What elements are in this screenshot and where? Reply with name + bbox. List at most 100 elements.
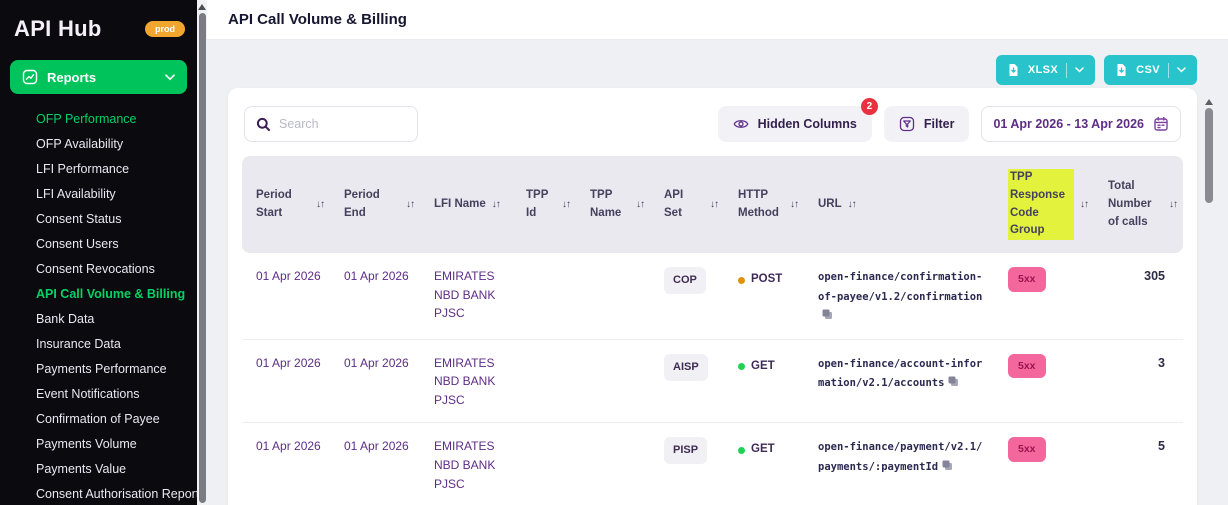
sidebar-item-insurance-data[interactable]: Insurance Data [36,331,197,356]
sidebar-item-consent-authorisation-report[interactable]: Consent Authorisation Report [36,481,199,505]
scroll-up-arrow-icon[interactable] [1205,99,1213,105]
sort-icon[interactable]: ↓↑ [710,197,719,213]
sidebar-item-ofp-availability[interactable]: OFP Availability [36,131,197,156]
sidebar-item-consent-revocations[interactable]: Consent Revocations [36,256,197,281]
export-xlsx-button[interactable]: XLSX [995,55,1096,85]
sort-icon[interactable]: ↓↑ [1080,197,1089,213]
sidebar-nav: OFP Performance OFP Availability LFI Per… [0,98,199,505]
sort-icon[interactable]: ↓↑ [848,197,857,213]
eye-icon [733,118,749,130]
sidebar-item-lfi-availability[interactable]: LFI Availability [36,181,197,206]
sidebar-item-event-notifications[interactable]: Event Notifications [36,381,197,406]
search-box [244,106,418,142]
sort-icon[interactable]: ↓↑ [492,197,501,213]
copy-icon[interactable] [941,460,953,474]
sort-icon[interactable]: ↓↑ [790,197,799,213]
date-range-value: 01 Apr 2026 - 13 Apr 2026 [993,117,1144,131]
divider [1168,62,1169,78]
search-input[interactable] [279,117,406,131]
divider [1066,62,1068,78]
sidebar-item-bank-data[interactable]: Bank Data [36,306,197,331]
column-header-period-end[interactable]: Period End ↓↑ [330,165,420,244]
column-label: URL [818,197,842,210]
method-label: GET [751,359,775,372]
date-range-picker[interactable]: 01 Apr 2026 - 13 Apr 2026 [981,106,1181,142]
sort-icon[interactable]: ↓↑ [406,197,415,213]
content-area: XLSX CSV Search Hidden Columns 2 Filter … [207,40,1228,505]
filter-funnel-icon [899,116,915,132]
table-row[interactable]: 01 Apr 2026 01 Apr 2026 EMIRATES NBD BAN… [242,340,1183,424]
api-set-badge: COP [664,267,706,295]
cell-tpp-response-code-group: 5xx [994,437,1094,462]
method-dot-icon [738,276,745,284]
column-header-period-start[interactable]: Period Start ↓↑ [242,165,330,244]
cell-url: open-finance/account-information/v2.1/ac… [804,354,994,393]
column-header-http-method[interactable]: HTTP Method ↓↑ [724,165,804,244]
sidebar-item-lfi-performance[interactable]: LFI Performance [36,156,197,181]
sidebar-section-reports[interactable]: Reports [10,60,187,94]
sidebar-item-confirmation-of-payee[interactable]: Confirmation of Payee [36,406,197,431]
column-label: API Set [664,188,684,219]
table-row[interactable]: 01 Apr 2026 01 Apr 2026 EMIRATES NBD BAN… [242,253,1183,340]
export-csv-button[interactable]: CSV [1104,55,1197,85]
column-header-tpp-response-code-group[interactable]: TPP Response Code Group ↓↑ [994,165,1094,244]
sidebar-item-payments-volume[interactable]: Payments Volume [36,431,197,456]
column-header-tpp-name[interactable]: TPP Name ↓↑ [576,165,650,244]
column-label: Period Start [256,188,292,219]
cell-lfi-name: EMIRATES NBD BANK PJSC [434,355,496,407]
cell-total-calls: 305 [1144,269,1165,284]
sort-icon[interactable]: ↓↑ [562,197,571,213]
column-header-tpp-id[interactable]: TPP Id ↓↑ [512,165,576,244]
copy-icon[interactable] [821,309,833,323]
cell-period-end: 01 Apr 2026 [344,269,409,284]
sort-icon[interactable]: ↓↑ [316,197,325,213]
url-text: open-finance/payment/v2.1/payments/:paym… [818,441,983,473]
method-dot-icon [738,363,745,370]
sidebar-item-consent-status[interactable]: Consent Status [36,206,197,231]
cell-url: open-finance/payment/v2.1/payments/:paym… [804,437,994,476]
column-header-api-set[interactable]: API Set ↓↑ [650,165,724,244]
cell-api-set: AISP [650,353,724,381]
column-header-url[interactable]: URL ↓↑ [804,165,994,244]
table-header-row: Period Start ↓↑ Period End ↓↑ LFI Name ↓↑ T… [242,156,1183,254]
content-scrollbar-thumb[interactable] [1205,108,1213,203]
reports-icon [22,69,38,85]
sidebar-item-ofp-performance[interactable]: OFP Performance [36,106,197,131]
export-buttons: XLSX CSV [995,55,1197,85]
cell-http-method: POST [724,267,804,289]
column-header-total-number-of-calls[interactable]: Total Number of calls ↓↑ [1094,165,1183,244]
chevron-down-icon [1075,67,1084,73]
cell-url: open-finance/confirmation-of-payee/v1.2/… [804,267,994,325]
copy-icon[interactable] [947,376,959,390]
scroll-up-arrow-icon[interactable] [198,4,206,10]
card-toolbar: Hidden Columns 2 Filter 01 Apr 2026 - 13… [242,98,1183,142]
filter-label: Filter [923,117,955,131]
cell-lfi-name: EMIRATES NBD BANK PJSC [434,439,496,491]
column-label-highlighted: TPP Response Code Group [1008,169,1074,241]
sidebar-item-consent-users[interactable]: Consent Users [36,231,197,256]
response-code-badge: 5xx [1008,353,1046,378]
sidebar-item-api-call-volume-billing[interactable]: API Call Volume & Billing [36,281,197,306]
cell-period-start: 01 Apr 2026 [256,355,321,370]
sidebar-item-payments-performance[interactable]: Payments Performance [36,356,197,381]
chevron-down-icon [165,73,175,81]
table-row[interactable]: 01 Apr 2026 01 Apr 2026 EMIRATES NBD BAN… [242,423,1183,505]
export-xlsx-label: XLSX [1027,64,1059,76]
chevron-down-icon [1177,67,1186,73]
column-header-lfi-name[interactable]: LFI Name ↓↑ [420,165,512,244]
sidebar-scrollbar[interactable] [197,0,207,505]
filter-button[interactable]: Filter [883,106,970,142]
response-code-badge: 5xx [1008,267,1046,292]
cell-tpp-response-code-group: 5xx [994,353,1094,378]
column-label: TPP Name [590,188,622,219]
content-scrollbar[interactable] [1204,95,1214,505]
api-set-badge: PISP [664,437,708,465]
sort-icon[interactable]: ↓↑ [1169,197,1178,213]
main-area: API Call Volume & Billing XLSX CSV Searc… [207,0,1228,505]
sidebar-item-payments-value[interactable]: Payments Value [36,456,197,481]
cell-tpp-response-code-group: 5xx [994,267,1094,292]
calendar-icon [1153,116,1169,132]
sort-icon[interactable]: ↓↑ [636,197,645,213]
hidden-columns-button[interactable]: Hidden Columns 2 [717,98,878,142]
sidebar-scrollbar-thumb[interactable] [198,13,206,503]
